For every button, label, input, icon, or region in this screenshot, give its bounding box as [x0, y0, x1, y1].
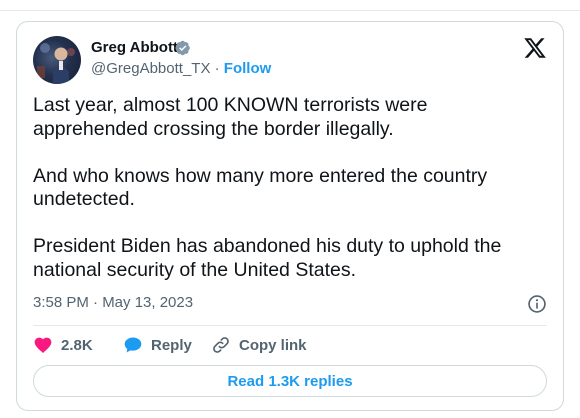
tweet-paragraph: President Biden has abandoned his duty t…: [33, 235, 502, 281]
reply-label: Reply: [151, 336, 192, 354]
like-button[interactable]: 2.8K: [33, 335, 123, 355]
speech-bubble-icon: [124, 337, 142, 353]
page: Greg Abbott @GregAbbott_TX · Follow Last…: [0, 0, 580, 418]
author-handle[interactable]: @GregAbbott_TX: [91, 60, 210, 77]
author-name[interactable]: Greg Abbott: [91, 39, 178, 57]
info-icon[interactable]: [527, 294, 547, 314]
copy-link-button[interactable]: Copy link: [211, 335, 307, 355]
tweet-timestamp[interactable]: 3:58 PM · May 13, 2023: [33, 293, 193, 313]
tweet-text: Last year, almost 100 KNOWN terrorists w…: [33, 94, 543, 282]
follow-button[interactable]: Follow: [224, 60, 272, 77]
author-handle-row: @GregAbbott_TX · Follow: [91, 60, 271, 78]
tweet-paragraph: Last year, almost 100 KNOWN terrorists w…: [33, 94, 428, 140]
tweet-actions: 2.8K Reply Copy link: [33, 334, 307, 356]
link-icon: [213, 337, 229, 353]
copy-link-label: Copy link: [239, 336, 307, 354]
heart-icon: [34, 337, 52, 353]
read-replies-button[interactable]: Read 1.3K replies: [33, 365, 547, 397]
avatar[interactable]: [33, 36, 81, 84]
actions-divider: [33, 325, 547, 326]
like-count: 2.8K: [61, 336, 93, 354]
verified-badge-icon: [175, 40, 190, 56]
reply-button[interactable]: Reply: [123, 335, 211, 355]
top-divider: [0, 10, 580, 11]
x-logo-icon[interactable]: [523, 36, 547, 60]
avatar-portrait: [37, 43, 75, 84]
tweet-paragraph: And who knows how many more entered the …: [33, 164, 488, 211]
tweet-card[interactable]: Greg Abbott @GregAbbott_TX · Follow Last…: [16, 21, 564, 411]
handle-separator: ·: [214, 60, 220, 77]
